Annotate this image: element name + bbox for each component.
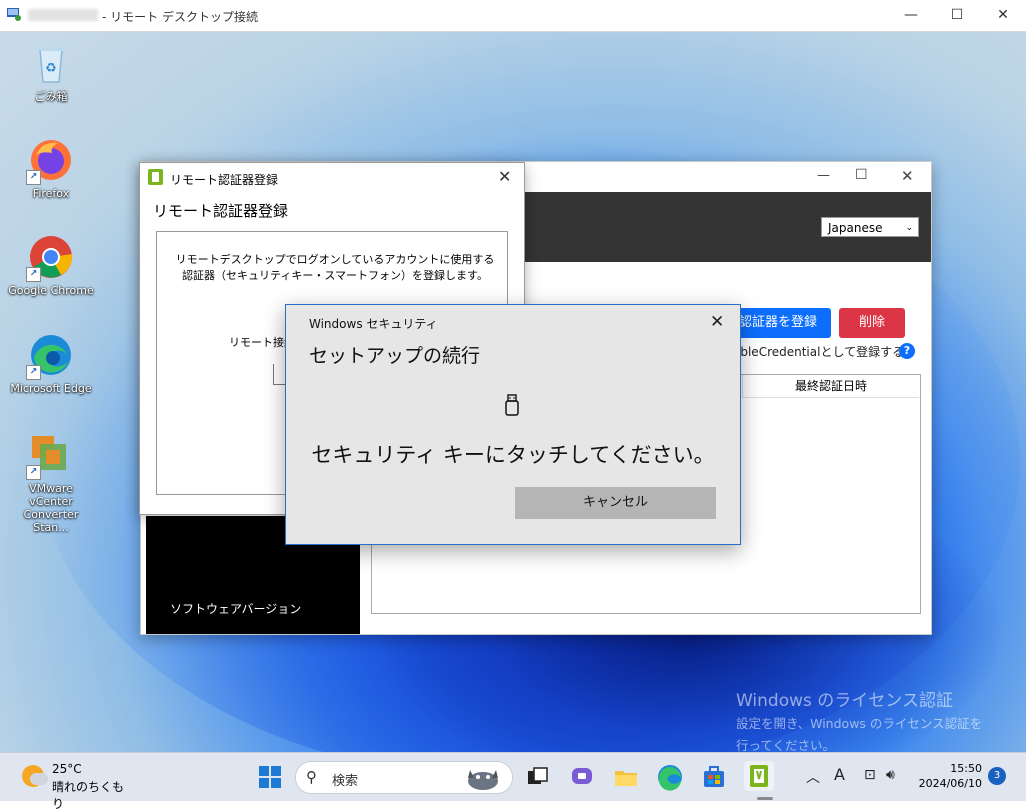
app-minimize-button[interactable]: — [817,168,830,183]
rdp-maximize-button[interactable]: ☐ [934,0,980,31]
cancel-button[interactable]: キャンセル [515,487,716,519]
watermark-line2: 行ってください。 [736,738,836,752]
windows-security-dialog: Windows セキュリティ ✕ セットアップの続行 セキュリティ キーにタッチ… [285,304,741,545]
chat-icon [572,768,592,784]
windows-logo-icon [259,766,281,788]
vmware-icon: ↗ [26,432,74,480]
recycle-bin-icon: ♻ [28,40,74,86]
register-description: リモートデスクトップでログオンしているアカウントに使用する認証器（セキュリティキ… [175,253,495,282]
volume-icon[interactable]: 🔊︎ [886,767,895,783]
register-dialog-caption: リモート認証器登録 [170,173,279,187]
ime-indicator[interactable]: A [834,765,845,784]
desktop-icon-recycle-bin[interactable]: ♻ ごみ箱 [6,40,96,103]
task-view-button[interactable] [523,763,551,791]
watermark-title: Windows のライセンス認証 [736,691,953,711]
task-view-icon [528,767,548,784]
activation-watermark: Windows のライセンス認証 設定を開き、Windows のライセンス認証を… [736,686,982,752]
language-select[interactable]: Japanese ⌄ [821,217,919,237]
edge-icon [658,765,682,791]
security-dialog-caption: Windows セキュリティ [309,317,438,331]
register-dialog-close-button[interactable]: ✕ [498,167,511,186]
credential-note: ableCredentialとして登録する。 [733,345,917,359]
desktop-icon-label: ごみ箱 [34,90,68,103]
start-button[interactable] [256,763,284,791]
help-icon[interactable]: ? [899,343,915,359]
authenticator-app-taskbar-button[interactable] [744,761,774,791]
edge-taskbar-button[interactable] [656,763,684,791]
desktop-icon-chrome[interactable]: ↗ Google Chrome [6,234,96,297]
edge-icon: ↗ [26,332,74,380]
rdp-title-bar: - リモート デスクトップ接続 — ☐ ✕ [0,0,1026,32]
weather-cloud-icon [30,773,48,785]
shortcut-arrow-icon: ↗ [26,365,41,380]
desktop-icon-label: Firefox [32,187,70,200]
chrome-icon: ↗ [26,234,74,282]
search-highlight-icon [464,764,502,791]
weather-condition: 晴れのちくもり [52,780,125,811]
store-button[interactable] [700,763,728,791]
notification-badge[interactable]: 3 [988,767,1006,785]
firefox-icon: ↗ [26,137,74,185]
folder-icon [615,771,637,786]
rdp-close-button[interactable]: ✕ [980,0,1026,31]
register-dialog-heading: リモート認証器登録 [153,202,289,220]
rdp-minimize-button[interactable]: — [888,0,934,31]
tray-overflow-chevron-icon[interactable]: ︿ [806,767,820,787]
file-explorer-button[interactable] [612,763,640,791]
chevron-down-icon: ⌄ [905,223,913,233]
chat-button[interactable] [568,763,596,791]
desktop-icon-firefox[interactable]: ↗ Firefox [6,137,96,200]
desktop-icon-label: Microsoft Edge [10,382,92,395]
app-close-button[interactable]: ✕ [901,167,914,185]
search-icon: ⚲ [306,768,317,786]
svg-text:♻: ♻ [45,61,57,76]
language-value: Japanese [828,221,883,235]
touch-key-message: セキュリティ キーにタッチしてください。 [311,443,715,467]
shortcut-arrow-icon: ↗ [26,170,41,185]
taskbar: 25°C 晴れのちくもり ⚲ 検索 ︿ A ⊡ 🔊︎ 15:50 2024/06… [0,752,1026,811]
app-logo-icon [148,169,163,185]
desktop-icon-vmware[interactable]: ↗ VMware vCenter Converter Stan... [6,432,96,534]
desktop-icon-label: Google Chrome [8,284,94,297]
network-icon[interactable]: ⊡ [864,767,876,783]
security-dialog-title: セットアップの続行 [309,345,481,367]
clock-date: 2024/06/10 [918,777,982,790]
weather-widget[interactable]: 25°C 晴れのちくもり [0,753,130,811]
store-icon [704,766,724,787]
rdp-window-title: - リモート デスクトップ接続 [102,10,258,24]
rdp-app-icon [7,8,21,21]
authenticator-app-icon [750,765,768,787]
delete-button[interactable]: 削除 [839,308,905,338]
taskbar-search-box[interactable]: ⚲ 検索 [295,761,513,794]
software-version-link[interactable]: ソフトウェアバージョン [170,600,301,617]
app-maximize-button[interactable]: ☐ [855,167,868,183]
usb-security-key-icon [504,394,520,416]
clock-time: 15:50 [950,762,982,775]
desktop-icon-edge[interactable]: ↗ Microsoft Edge [6,332,96,395]
watermark-line1: 設定を開き、Windows のライセンス認証を [736,716,983,731]
rdp-host-name [28,9,98,21]
column-header-last-auth[interactable]: 最終認証日時 [742,375,919,398]
weather-temp: 25°C [52,762,82,776]
desktop-icon-label: VMware vCenter Converter Stan... [23,482,79,534]
taskbar-clock[interactable]: 15:50 2024/06/10 [912,761,982,791]
shortcut-arrow-icon: ↗ [26,267,41,282]
shortcut-arrow-icon: ↗ [26,465,41,480]
search-placeholder: 検索 [332,774,359,789]
security-dialog-close-button[interactable]: ✕ [710,312,724,332]
